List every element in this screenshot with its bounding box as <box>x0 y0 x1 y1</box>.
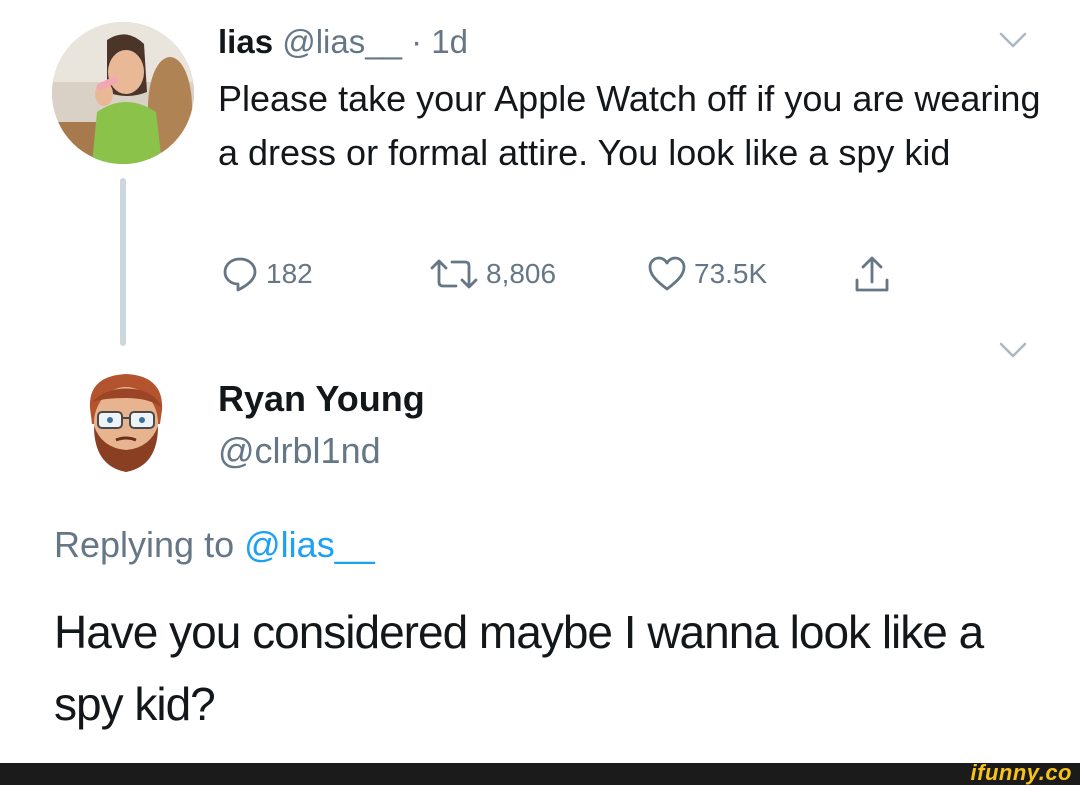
avatar[interactable] <box>52 22 194 164</box>
like-button[interactable]: 73.5K <box>646 252 767 296</box>
handle[interactable]: @lias__ <box>282 23 402 60</box>
reply-button[interactable]: 182 <box>220 252 313 296</box>
reply-display-name[interactable]: Ryan Young <box>218 376 425 422</box>
watermark-logo: ifunny.co <box>970 760 1072 785</box>
tweet-header: lias @lias__ · 1d <box>218 20 468 64</box>
display-name[interactable]: lias <box>218 23 273 60</box>
chevron-down-icon[interactable] <box>998 30 1028 50</box>
reply-handle[interactable]: @clrbl1nd <box>218 428 381 474</box>
chevron-down-icon[interactable] <box>998 340 1028 360</box>
replying-to: Replying to @lias__ <box>54 520 375 570</box>
reply-text: Have you considered maybe I wanna look l… <box>54 606 984 730</box>
mention-link[interactable]: @lias__ <box>244 524 375 565</box>
profile-photo <box>52 22 194 164</box>
avatar[interactable] <box>80 368 172 476</box>
share-icon <box>855 256 889 292</box>
thread-line <box>120 178 126 346</box>
reply-count: 182 <box>266 258 313 289</box>
tweet-text: Please take your Apple Watch off if you … <box>218 78 1041 173</box>
replying-to-label: Replying to <box>54 524 235 565</box>
memoji-avatar <box>89 374 163 472</box>
timestamp[interactable]: 1d <box>431 23 468 60</box>
reply-icon <box>223 257 257 292</box>
like-count: 73.5K <box>694 258 768 289</box>
watermark-bar: ifunny.co <box>0 760 1080 785</box>
heart-icon <box>648 256 686 291</box>
share-button[interactable] <box>850 252 894 296</box>
separator-dot: · <box>411 23 423 60</box>
retweet-button[interactable]: 8,806 <box>428 252 556 296</box>
retweet-icon <box>430 259 478 289</box>
retweet-count: 8,806 <box>486 258 557 289</box>
